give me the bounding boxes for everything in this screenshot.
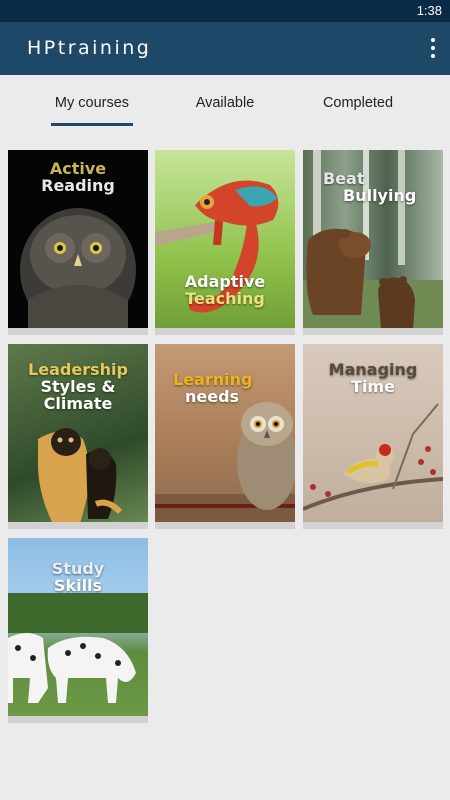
course-title-line2: Teaching bbox=[185, 289, 265, 308]
card-shelf bbox=[155, 522, 295, 529]
tab-completed[interactable]: Completed bbox=[314, 95, 402, 111]
card-shelf bbox=[8, 716, 148, 723]
course-title-line2: Time bbox=[351, 377, 395, 396]
card-shelf bbox=[303, 522, 443, 529]
course-card-adaptive-teaching[interactable]: Adaptive Teaching bbox=[155, 150, 295, 335]
card-shelf bbox=[303, 328, 443, 335]
course-title-line1: Active bbox=[49, 159, 107, 178]
app-bar: HPtraining bbox=[0, 22, 450, 75]
course-title-line1: Study bbox=[51, 559, 105, 578]
course-card-learning-needs[interactable]: Learning needs bbox=[155, 344, 295, 529]
course-title-line1: Managing bbox=[328, 360, 418, 379]
status-time: 1:38 bbox=[416, 3, 442, 18]
course-title-line2: needs bbox=[185, 387, 240, 406]
course-card-managing-time[interactable]: Managing Time bbox=[303, 344, 443, 529]
course-card-active-reading[interactable]: Active Reading bbox=[8, 150, 148, 335]
more-vert-icon[interactable] bbox=[428, 38, 438, 58]
course-title-line1: Beat bbox=[323, 169, 365, 188]
course-title-line2: Reading bbox=[41, 176, 115, 195]
tab-my-courses[interactable]: My courses bbox=[51, 95, 133, 111]
course-card-leadership-styles-climate[interactable]: Leadership Styles & Climate bbox=[8, 344, 148, 529]
status-bar: 1:38 bbox=[0, 0, 450, 22]
card-shelf bbox=[8, 328, 148, 335]
tab-available[interactable]: Available bbox=[184, 95, 266, 111]
card-shelf bbox=[155, 328, 295, 335]
tab-indicator bbox=[51, 123, 133, 126]
course-title-line2: Skills bbox=[53, 576, 103, 595]
tab-bar: My courses Available Completed bbox=[0, 75, 450, 130]
app-title: HPtraining bbox=[27, 37, 152, 59]
course-title-line1: Learning bbox=[173, 370, 253, 389]
course-card-beat-bullying[interactable]: Beat Bullying bbox=[303, 150, 443, 335]
course-card-study-skills[interactable]: Study Skills bbox=[8, 538, 148, 723]
course-title-line2: Bullying bbox=[343, 186, 417, 205]
course-title-line1: Leadership bbox=[28, 360, 128, 379]
card-shelf bbox=[8, 522, 148, 529]
course-title-line2: Styles & bbox=[40, 377, 116, 396]
course-title-line1: Adaptive bbox=[184, 272, 266, 291]
course-title-line3: Climate bbox=[43, 394, 113, 413]
